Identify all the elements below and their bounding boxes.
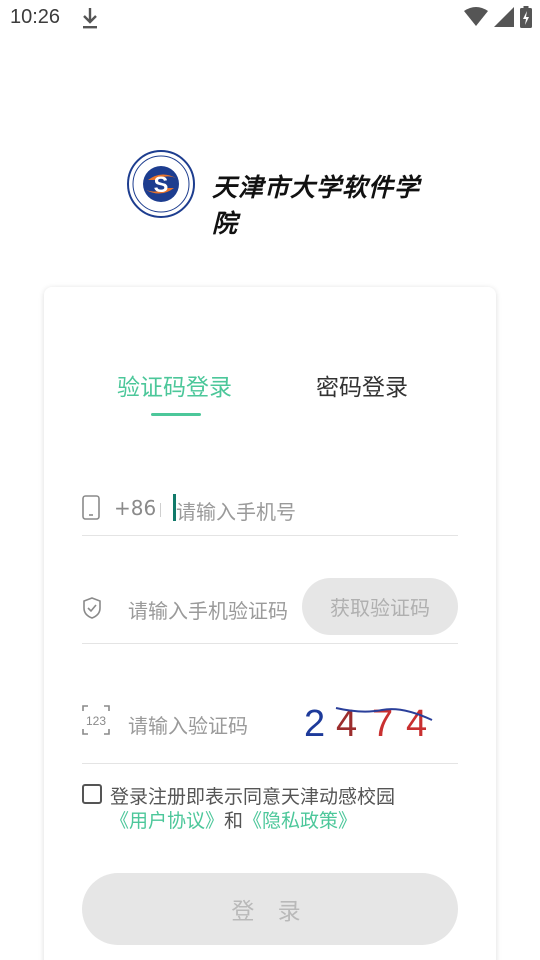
status-bar: 10:26 <box>0 0 540 36</box>
agreement-links: 《用户协议》和《隐私政策》 <box>110 806 357 833</box>
privacy-policy-link[interactable]: 《隐私政策》 <box>243 810 357 832</box>
phone-underline <box>82 535 458 536</box>
phone-icon <box>82 495 100 520</box>
emblem-letter: S <box>154 172 169 197</box>
school-logo: S 天津市大学软件学院 <box>126 150 426 238</box>
shield-check-icon <box>83 597 101 619</box>
sms-code-input[interactable]: 请输入手机验证码 <box>128 595 288 624</box>
phone-input[interactable]: 请输入手机号 <box>176 496 296 525</box>
svg-text:123: 123 <box>86 714 106 728</box>
number-123-icon: 123 <box>82 705 110 735</box>
country-code[interactable]: +86 <box>114 496 156 520</box>
tab-sms-login[interactable]: 验证码登录 <box>117 368 232 402</box>
svg-text:4: 4 <box>406 703 427 745</box>
signal-icon <box>494 7 514 27</box>
agreement-checkbox[interactable] <box>82 784 102 804</box>
status-icons <box>464 6 532 28</box>
status-time: 10:26 <box>10 6 61 28</box>
active-tab-indicator <box>151 413 201 416</box>
login-button[interactable]: 登 录 <box>82 873 458 945</box>
tab-password-login[interactable]: 密码登录 <box>316 368 408 402</box>
school-emblem: S <box>127 150 195 218</box>
download-icon <box>83 8 97 29</box>
captcha-image[interactable]: 2 4 7 4 <box>302 698 442 746</box>
captcha-underline <box>82 763 458 764</box>
svg-text:2: 2 <box>304 703 325 745</box>
battery-icon <box>520 6 532 28</box>
wifi-icon <box>464 7 488 26</box>
prefix-divider <box>160 503 161 517</box>
school-name: 天津市大学软件学院 <box>212 173 421 238</box>
agreement-and: 和 <box>224 810 244 832</box>
agreement-text: 登录注册即表示同意天津动感校园 <box>110 786 396 808</box>
sms-code-underline <box>82 643 458 644</box>
user-agreement-link[interactable]: 《用户协议》 <box>110 810 224 832</box>
captcha-input[interactable]: 请输入验证码 <box>128 710 248 739</box>
get-sms-code-button[interactable]: 获取验证码 <box>302 578 458 635</box>
